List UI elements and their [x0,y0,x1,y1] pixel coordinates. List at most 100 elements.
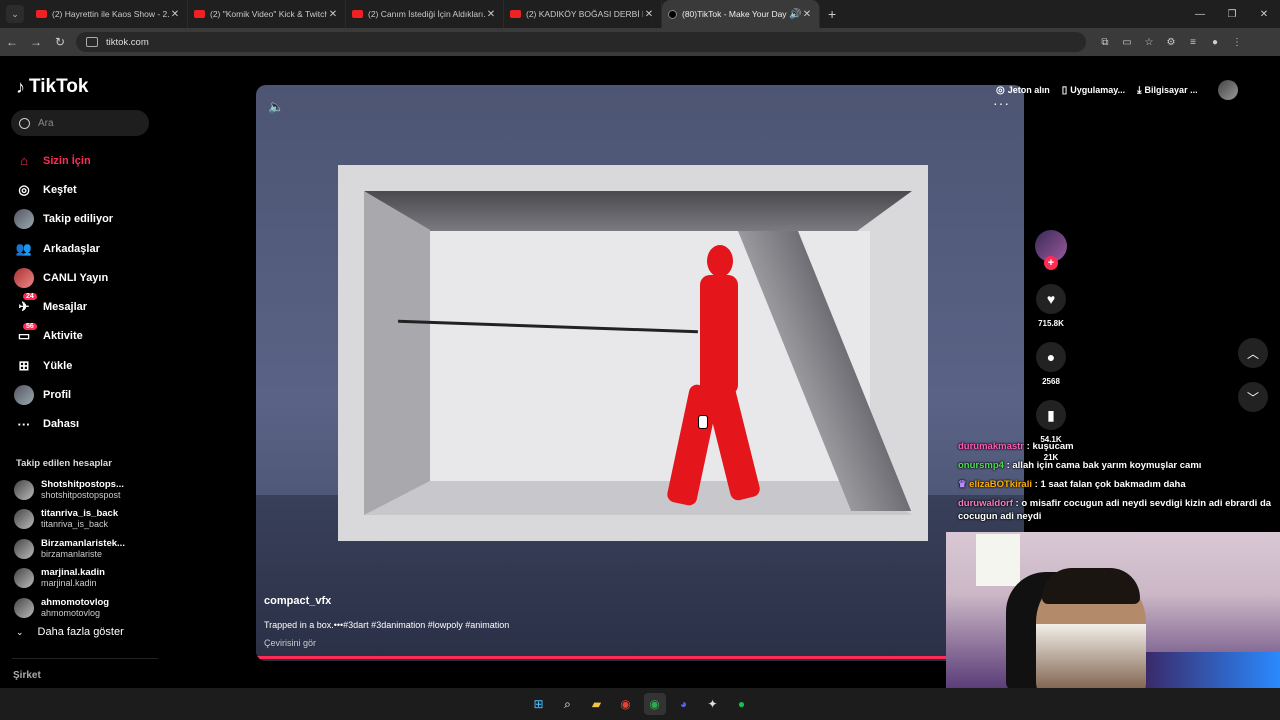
discord-icon[interactable]: ◕ [673,693,695,715]
video-progress-bar[interactable] [256,656,1024,659]
browser-tab[interactable]: (2) KADIKÖY BOĞASI DERBİ KE...✕ [504,0,662,28]
tab-search-button[interactable]: ⌄ [6,5,24,23]
os-taskbar: ⊞ ⌕ ▰ ◉ ◉ ◕ ✦ ● [0,688,1280,720]
volume-icon[interactable]: 🔈 [268,99,284,115]
scene-left-wall [364,191,430,515]
bookmark-star-icon[interactable]: ☆ [1138,37,1160,48]
comment-action[interactable]: ● 2568 [1036,342,1066,386]
like-action[interactable]: ♥ 715.8K [1036,284,1066,328]
browser-tab-active[interactable]: (80)TikTok - Make Your Day 🔊 ✕ [662,0,820,28]
back-button[interactable]: ← [0,35,24,49]
speaker-icon[interactable]: 🔊 [789,9,801,20]
creator-avatar[interactable]: + [1035,230,1067,270]
video-description: Trapped in a box.•••#3dart #3danimation … [264,620,510,630]
user-avatar[interactable] [1217,80,1238,100]
messages-badge: 24 [23,293,37,301]
compass-icon: ◎ [18,181,30,197]
youtube-icon [352,10,363,18]
coin-icon: ◎ [996,84,1005,96]
followed-account[interactable]: ahmomotovlog ahmomotovlog [14,593,125,623]
url-field[interactable]: tiktok.com [76,32,1086,52]
close-window-button[interactable]: ✕ [1248,9,1280,20]
show-more-button[interactable]: ⌄ Daha fazla göster [16,626,124,638]
scene-ceiling [364,191,912,231]
next-video-button[interactable]: ﹀ [1238,382,1268,412]
sidebar-item-following[interactable]: Takip ediliyor [14,205,164,234]
followed-account[interactable]: Shotshitpostops... shotshitpostopspost [14,475,125,505]
previous-video-button[interactable]: ︿ [1238,338,1268,368]
desktop-app-button[interactable]: ⤓ Bilgisayar ... [1137,85,1197,96]
sidebar-item-activity[interactable]: ▭ 56 Aktivite [14,322,164,351]
red-figure [665,245,776,507]
sidebar-item-for-you[interactable]: ⌂ Sizin İçin [14,146,164,175]
translate-link[interactable]: Çevirisini gör [264,638,316,648]
minimize-button[interactable]: — [1184,9,1216,20]
close-tab-icon[interactable]: ✕ [485,9,497,20]
search-icon [19,117,30,129]
webcam-overlay [946,532,1280,688]
extensions-icon[interactable]: ⚙ [1160,37,1182,48]
followed-account[interactable]: Birzamanlaristek... birzamanlariste [14,534,125,564]
heart-icon: ♥ [1036,284,1066,314]
followed-account[interactable]: marjinal.kadin marjinal.kadin [14,564,125,594]
sidebar-item-explore[interactable]: ◎ Keşfet [14,175,164,204]
figure-body [700,275,738,395]
profile-icon[interactable]: ● [1204,37,1226,48]
save-action[interactable]: ▮ 54.1K [1036,400,1066,444]
upload-icon: ⊞ [18,357,30,373]
close-tab-icon[interactable]: ✕ [801,9,813,20]
sidebar-item-messages[interactable]: ✈ 24 Mesajlar [14,292,164,321]
chrome-icon[interactable]: ◉ [615,693,637,715]
browser-tab[interactable]: (2) "Komik Video" Kick & Twitch ✕ [188,0,346,28]
close-tab-icon[interactable]: ✕ [169,9,181,20]
video-author[interactable]: compact_vfx [264,595,331,607]
windows-start-icon[interactable]: ⊞ [528,693,550,715]
youtube-icon [36,10,47,18]
reload-button[interactable]: ↻ [48,35,72,49]
tiktok-logo[interactable]: ♪ TikTok [16,76,88,98]
cast-icon[interactable]: ▭ [1116,37,1138,48]
browser-tab[interactable]: (2) Canım İstediği İçin Aldıkları... ✕ [346,0,504,28]
translate-icon[interactable]: ⧉ [1094,37,1116,48]
sidebar: ♪ TikTok Ara ⌂ Sizin İçin ◎ Keşfet Takip ed… [0,56,170,688]
browser-tab[interactable]: (2) Hayrettin ile Kaos Show - 2... ✕ [30,0,188,28]
search-input[interactable]: Ara [11,110,149,136]
forward-button[interactable]: → [24,35,48,49]
menu-dots-icon[interactable]: ⋮ [1226,37,1248,48]
app-icon[interactable]: ✦ [702,693,724,715]
new-tab-button[interactable]: + [828,6,836,22]
followed-accounts-list: Shotshitpostops... shotshitpostopspost ti… [14,475,125,623]
sidebar-item-upload[interactable]: ⊞ Yükle [14,351,164,380]
figure-head [707,245,733,277]
sidebar-item-profile[interactable]: Profil [14,380,164,409]
company-link[interactable]: Şirket [13,670,41,681]
mouse-cursor [698,415,708,429]
spotify-icon[interactable]: ● [731,693,753,715]
maximize-button[interactable]: ❐ [1216,9,1248,20]
get-coins-button[interactable]: ◎ Jeton alın [996,85,1050,96]
sidebar-item-more[interactable]: ··· Dahası [14,410,164,439]
file-explorer-icon[interactable]: ▰ [586,693,608,715]
followed-account[interactable]: titanriva_is_back titanriva_is_back [14,505,125,535]
streamer-hair [1042,568,1140,604]
sidebar-item-live[interactable]: CANLI Yayın [14,263,164,292]
bot-badge-icon: ♛ [958,479,970,490]
video-navigation: ︿ ﹀ [1238,338,1268,426]
site-info-icon[interactable] [86,37,98,47]
scene-box [338,165,928,541]
close-tab-icon[interactable]: ✕ [643,9,655,20]
sidebar-divider [12,658,158,659]
chrome-active-icon[interactable]: ◉ [643,693,666,715]
follow-plus-icon[interactable]: + [1044,256,1058,270]
search-icon[interactable]: ⌕ [557,693,579,715]
get-app-button[interactable]: ▯ Uygulamay... [1062,85,1125,96]
stream-chat-overlay: durumakmastr : kuşucam onursmp4 : allah … [958,440,1280,529]
media-icon[interactable]: ≡ [1182,37,1204,48]
video-player[interactable]: 🔈 ··· compact_vfx Trapped in a box.•••#3… [256,85,1024,661]
chat-message: durumakmastr : kuşucam [958,441,1074,452]
tiktok-icon [668,9,677,19]
sidebar-item-friends[interactable]: 👥 Arkadaşlar [14,234,164,263]
avatar [14,479,34,500]
avatar [14,597,34,618]
close-tab-icon[interactable]: ✕ [327,9,339,20]
